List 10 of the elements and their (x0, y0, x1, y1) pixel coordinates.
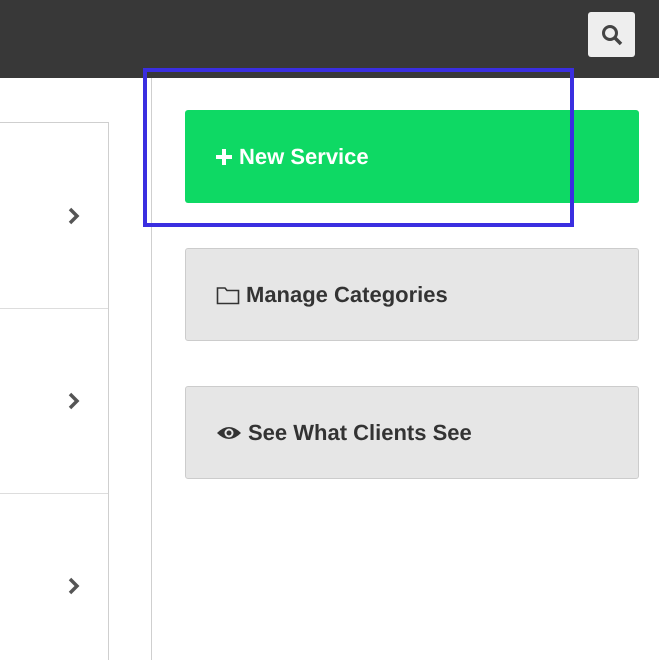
chevron-right-icon (68, 206, 80, 224)
action-button[interactable]: Manage Categories (185, 248, 639, 341)
search-icon (600, 24, 622, 46)
action-button[interactable]: See What Clients See (185, 386, 639, 479)
chevron-right-icon (68, 392, 80, 410)
search-button[interactable] (588, 12, 635, 57)
folder-icon (216, 284, 240, 304)
eye-icon (216, 424, 242, 440)
chevron-right-icon (68, 577, 80, 595)
plus-icon (215, 148, 233, 166)
